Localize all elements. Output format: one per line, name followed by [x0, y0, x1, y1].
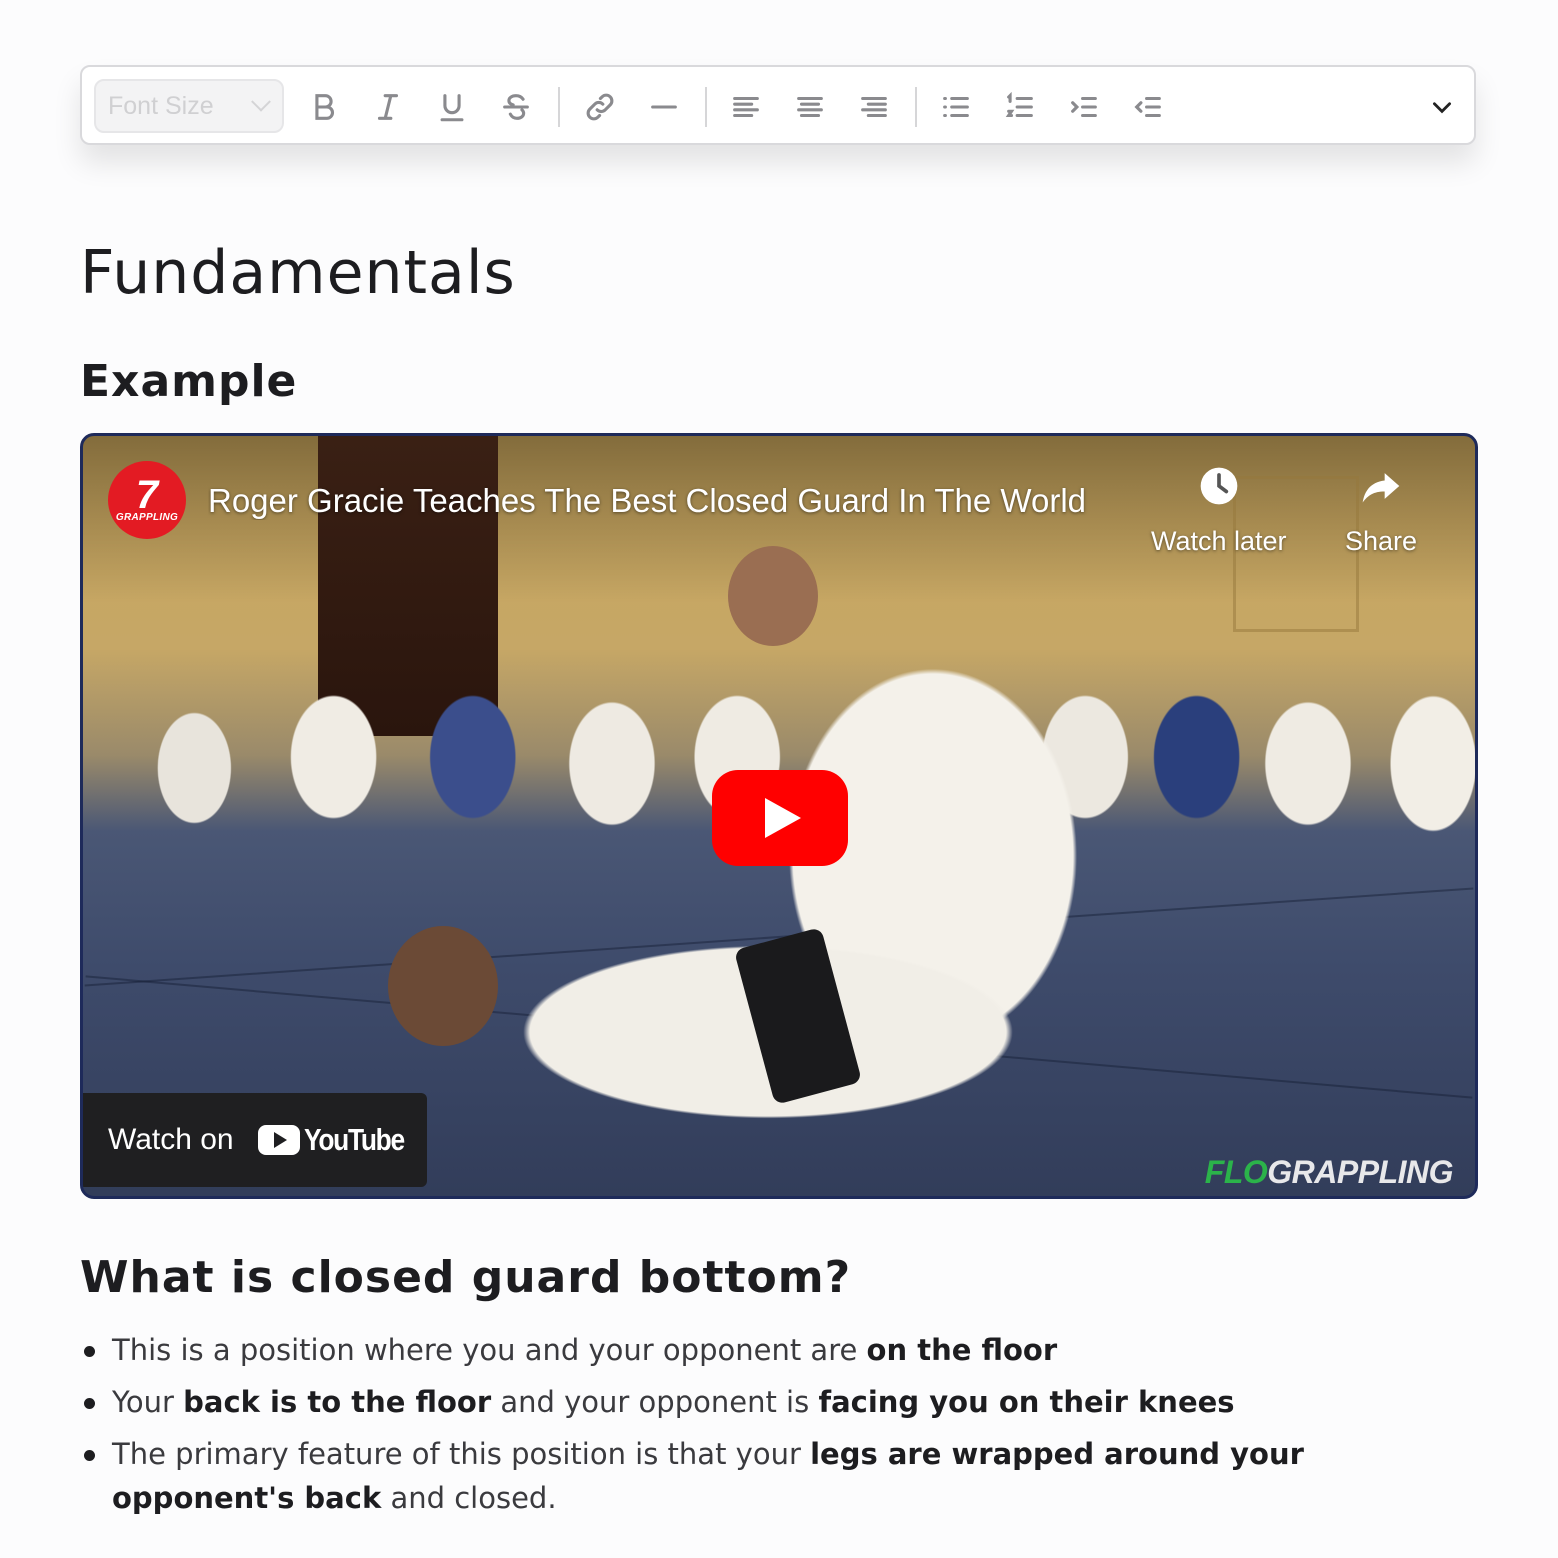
bold-text: facing you on their knees — [818, 1385, 1235, 1419]
font-size-placeholder: Font Size — [108, 91, 214, 120]
italic-icon — [377, 94, 399, 120]
video-thumbnail-detail — [388, 926, 498, 1046]
bullet-list-icon — [943, 96, 969, 118]
text: Your — [112, 1385, 184, 1419]
youtube-embed[interactable]: 7 GRAPPLING Roger Gracie Teaches The Bes… — [80, 433, 1478, 1199]
watch-on-youtube-button[interactable]: Watch on YouTube — [83, 1093, 427, 1187]
play-button[interactable] — [712, 770, 848, 866]
watch-later-label: Watch later — [1151, 526, 1287, 556]
align-right-button[interactable] — [850, 83, 898, 131]
bullet-list: This is a position where you and your op… — [80, 1328, 1440, 1528]
italic-button[interactable] — [364, 83, 412, 131]
toolbar-divider — [915, 87, 917, 127]
underline-icon — [440, 94, 464, 122]
youtube-logo: YouTube — [257, 1122, 422, 1158]
section-heading-question: What is closed guard bottom? — [80, 1252, 852, 1303]
flograppling-watermark: FLOGRAPPLING — [1204, 1154, 1454, 1191]
underline-button[interactable] — [428, 83, 476, 131]
flo-logo-icon: 7 — [135, 472, 159, 517]
channel-avatar[interactable]: 7 GRAPPLING — [108, 461, 186, 539]
text: and closed. — [381, 1481, 557, 1515]
video-title[interactable]: Roger Gracie Teaches The Best Closed Gua… — [208, 482, 1128, 520]
numbered-list-button[interactable] — [996, 83, 1044, 131]
bold-text: on the floor — [866, 1333, 1058, 1367]
bold-button[interactable] — [300, 83, 348, 131]
youtube-wordmark: YouTube — [303, 1122, 405, 1157]
watermark-grappling: GRAPPLING — [1267, 1154, 1453, 1190]
font-size-select[interactable]: Font Size — [94, 79, 284, 133]
align-right-icon — [861, 96, 887, 118]
chevron-down-icon — [1433, 102, 1451, 114]
bullet-list-button[interactable] — [932, 83, 980, 131]
text: The primary feature of this position is … — [112, 1437, 811, 1471]
watermark-flo: FLO — [1204, 1154, 1268, 1190]
video-header: 7 GRAPPLING Roger Gracie Teaches The Bes… — [83, 436, 1475, 556]
indent-icon — [1071, 96, 1097, 118]
more-options-button[interactable] — [1418, 83, 1466, 131]
strikethrough-button[interactable] — [492, 83, 540, 131]
channel-logo-text: GRAPPLING — [115, 511, 179, 523]
text: and your opponent is — [491, 1385, 819, 1419]
align-center-button[interactable] — [786, 83, 834, 131]
align-center-icon — [797, 96, 823, 118]
indent-button[interactable] — [1060, 83, 1108, 131]
list-item: This is a position where you and your op… — [80, 1328, 1440, 1372]
toolbar-divider — [705, 87, 707, 127]
watch-later-button[interactable]: Watch later — [1151, 464, 1287, 557]
toolbar-divider — [558, 87, 560, 127]
share-button[interactable]: Share — [1345, 464, 1417, 557]
clock-icon — [1200, 467, 1238, 505]
text: This is a position where you and your op… — [112, 1333, 867, 1367]
bold-icon — [315, 94, 334, 120]
youtube-play-icon — [257, 1125, 300, 1155]
watch-on-label: Watch on — [108, 1123, 234, 1156]
numbered-list-icon — [1005, 91, 1033, 118]
list-item: Your back is to the floor and your oppon… — [80, 1380, 1440, 1424]
page-title: Fundamentals — [80, 238, 516, 308]
strikethrough-icon — [503, 94, 529, 120]
bold-text: back is to the floor — [183, 1385, 492, 1419]
play-icon — [765, 798, 801, 838]
section-heading-example: Example — [80, 356, 298, 407]
horizontal-rule-button[interactable] — [640, 83, 688, 131]
outdent-button[interactable] — [1124, 83, 1172, 131]
align-left-icon — [733, 96, 759, 118]
align-left-button[interactable] — [722, 83, 770, 131]
share-arrow-icon — [1362, 473, 1400, 503]
video-thumbnail-detail — [728, 546, 818, 646]
link-button[interactable] — [576, 83, 624, 131]
list-item: The primary feature of this position is … — [80, 1432, 1440, 1520]
outdent-icon — [1134, 96, 1161, 118]
editor-toolbar: Font Size — [80, 65, 1476, 145]
chevron-down-icon — [251, 91, 271, 112]
share-label: Share — [1345, 526, 1418, 556]
link-icon — [586, 93, 614, 121]
horizontal-rule-icon — [651, 105, 677, 109]
